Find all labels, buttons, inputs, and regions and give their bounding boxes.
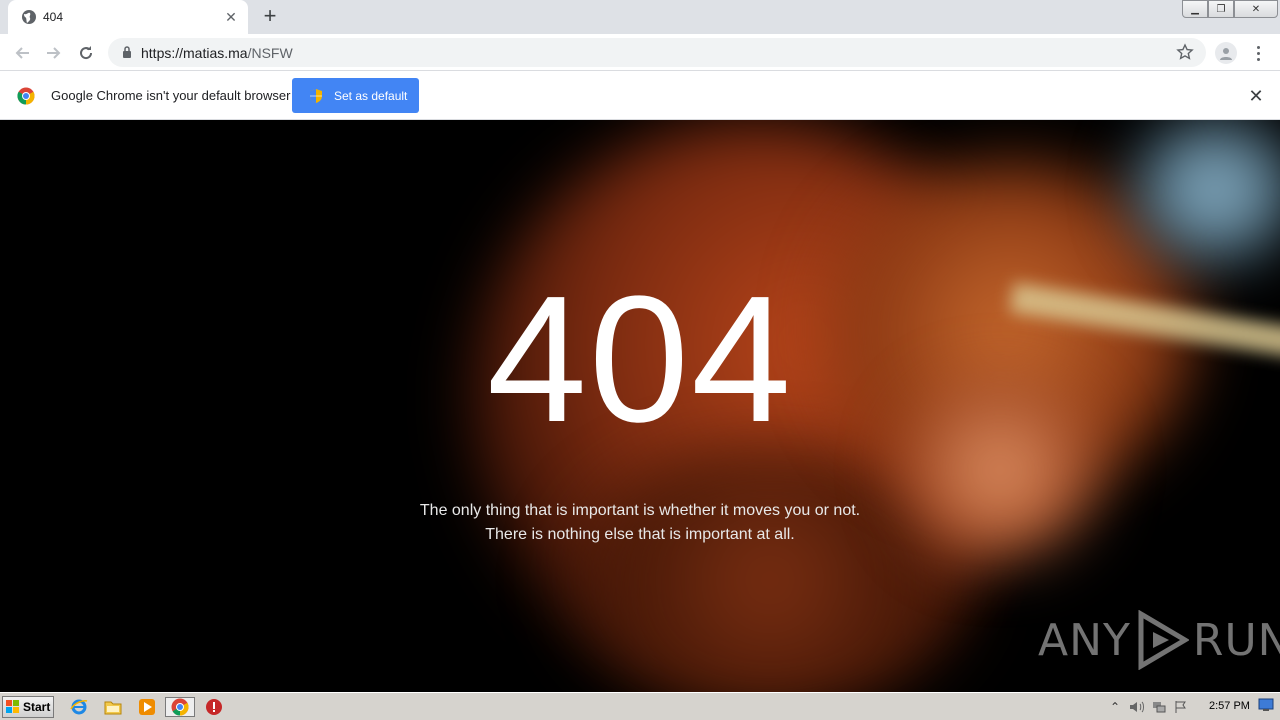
set-as-default-label: Set as default	[334, 88, 408, 103]
tab-close-icon[interactable]: ✕	[222, 8, 240, 26]
profile-avatar-icon[interactable]	[1215, 42, 1237, 64]
play-logo-icon	[1138, 610, 1189, 670]
lock-icon[interactable]	[120, 45, 134, 59]
new-tab-button[interactable]: +	[258, 5, 282, 28]
toolbar: https://matias.ma/NSFW	[0, 34, 1280, 71]
url-path: /NSFW	[247, 45, 293, 61]
error-quote: The only thing that is important is whet…	[0, 499, 1280, 547]
internet-explorer-icon[interactable]	[68, 697, 90, 717]
watermark-left: ANY	[1038, 614, 1131, 666]
taskbar-clock[interactable]: 2:57 PM	[1209, 700, 1250, 712]
chrome-menu-button[interactable]	[1250, 42, 1266, 64]
forward-button[interactable]	[41, 40, 67, 66]
tab-strip: 404 ✕ + ▁ ❐ ✕	[0, 0, 1280, 34]
action-center-flag-icon[interactable]	[1170, 697, 1192, 717]
window-close-button[interactable]: ✕	[1234, 0, 1278, 18]
tray-expand-icon[interactable]: ⌃	[1104, 697, 1126, 717]
windows-taskbar: Start ⌃ 2:57 PM	[0, 692, 1280, 720]
volume-icon[interactable]	[1126, 697, 1148, 717]
back-arrow-icon	[15, 47, 29, 59]
start-button[interactable]: Start	[2, 696, 54, 718]
quote-line-2: There is nothing else that is important …	[485, 526, 795, 543]
infobar-close-icon[interactable]: ✕	[1247, 87, 1265, 105]
person-icon	[1220, 48, 1232, 60]
media-player-icon[interactable]	[136, 697, 158, 717]
reload-button[interactable]	[73, 40, 99, 66]
windows-logo-icon	[6, 700, 19, 713]
uac-shield-icon	[310, 88, 322, 103]
window-restore-button[interactable]: ❐	[1208, 0, 1234, 18]
window-minimize-button[interactable]: ▁	[1182, 0, 1208, 18]
show-desktop-icon[interactable]	[1258, 698, 1274, 712]
quote-line-1: The only thing that is important is whet…	[419, 502, 861, 519]
antivirus-alert-icon[interactable]	[203, 697, 225, 717]
active-tab[interactable]: 404 ✕	[8, 0, 248, 34]
anyrun-watermark: ANY RUN	[1038, 610, 1280, 670]
system-tray: ⌃	[1104, 695, 1278, 719]
file-explorer-icon[interactable]	[102, 697, 124, 717]
chrome-logo-icon	[17, 87, 35, 105]
reload-icon	[80, 46, 93, 60]
forward-arrow-icon	[47, 47, 61, 59]
tab-title: 404	[43, 10, 64, 24]
url-text[interactable]: https://matias.ma/NSFW	[141, 45, 293, 61]
infobar-message: Google Chrome isn't your default browser	[51, 88, 291, 103]
url-host: https://matias.ma	[141, 45, 248, 61]
bookmark-star-icon[interactable]	[1176, 43, 1194, 61]
set-as-default-button[interactable]: Set as default	[292, 78, 419, 113]
chrome-taskbar-button[interactable]	[165, 697, 195, 717]
default-browser-infobar: Google Chrome isn't your default browser…	[0, 71, 1280, 120]
error-heading: 404	[486, 259, 794, 460]
address-bar[interactable]: https://matias.ma/NSFW	[108, 38, 1206, 67]
chrome-window: 404 ✕ + ▁ ❐ ✕ https://matias.ma/NSFW Goo…	[0, 0, 1280, 692]
watermark-right: RUN	[1192, 614, 1280, 666]
start-label: Start	[23, 700, 51, 714]
back-button[interactable]	[9, 40, 35, 66]
page-content: 404 The only thing that is important is …	[0, 120, 1280, 692]
network-icon[interactable]	[1148, 697, 1170, 717]
globe-icon	[22, 10, 36, 24]
